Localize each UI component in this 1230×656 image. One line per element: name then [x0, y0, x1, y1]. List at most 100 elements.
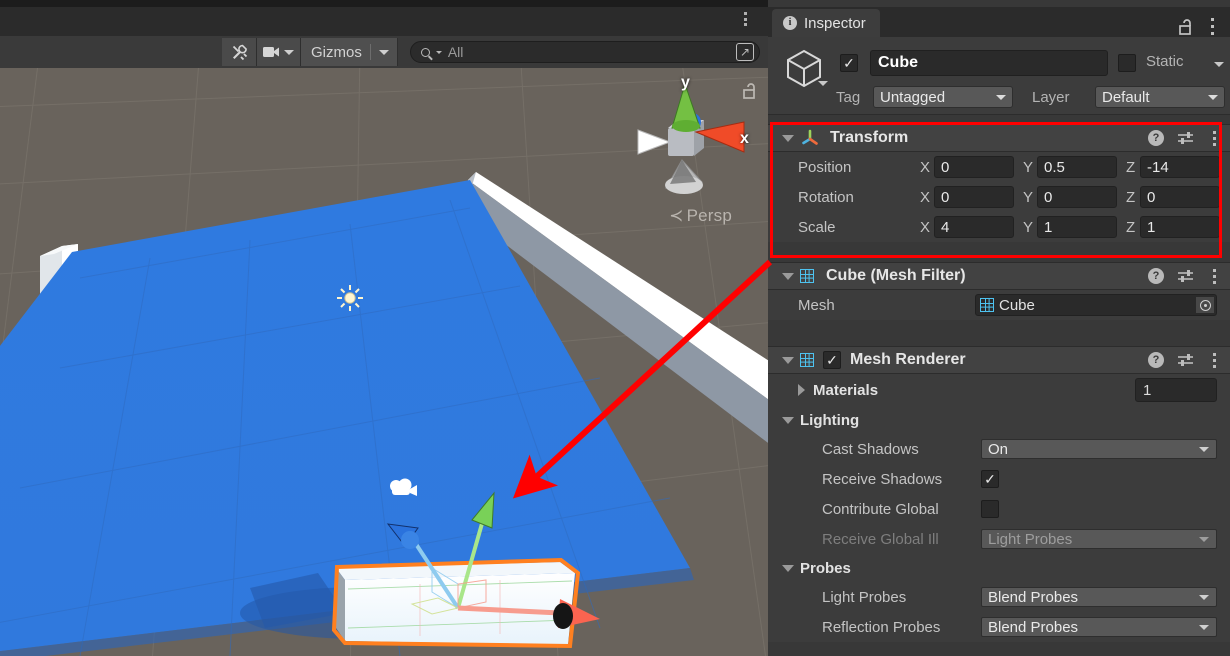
transform-position-row: Position X0 Y 0.5 Z -14 — [768, 152, 1230, 182]
rotation-y-field[interactable]: 0 — [1037, 186, 1117, 208]
probes-foldout-row[interactable]: Probes — [768, 554, 1230, 582]
foldout-triangle-icon[interactable] — [798, 384, 805, 396]
foldout-triangle-icon[interactable] — [782, 134, 794, 142]
preset-glyph — [1178, 132, 1193, 144]
cast-shadows-label: Cast Shadows — [822, 440, 919, 458]
scale-y-field[interactable]: 1 — [1037, 216, 1117, 238]
scene-menu-icon[interactable] — [738, 10, 752, 28]
tag-value: Untagged — [880, 88, 946, 106]
foldout-triangle-icon[interactable] — [782, 356, 794, 364]
gizmos-toggle-button[interactable]: Gizmos — [301, 38, 398, 66]
component-menu-icon[interactable] — [1208, 268, 1220, 284]
position-x-field[interactable]: 0 — [934, 156, 1014, 178]
reflection-probes-dropdown[interactable]: Blend Probes — [981, 617, 1217, 637]
lock-open-icon[interactable] — [1178, 18, 1194, 36]
window-top-edge — [0, 0, 768, 7]
expand-overlay-icon[interactable]: ↗ — [736, 43, 754, 61]
lighting-foldout-row[interactable]: Lighting — [768, 406, 1230, 434]
light-probes-dropdown[interactable]: Blend Probes — [981, 587, 1217, 607]
object-picker-icon[interactable] — [1196, 297, 1214, 313]
axis-x-label: X — [920, 188, 931, 206]
receive-global-illumination-label: Receive Global Ill — [822, 530, 939, 548]
component-menu-icon[interactable] — [1208, 130, 1220, 146]
contribute-global-checkbox[interactable] — [981, 500, 999, 518]
gameobject-active-checkbox[interactable]: ✓ — [840, 54, 858, 72]
inspector-tabbar: i Inspector — [768, 7, 1230, 37]
layer-value: Default — [1102, 88, 1150, 106]
layer-dropdown[interactable]: Default — [1095, 86, 1225, 108]
help-icon[interactable]: ? — [1148, 130, 1164, 146]
mesh-row: Mesh Cube — [768, 290, 1230, 320]
camera-icon — [263, 47, 279, 57]
tag-label: Tag — [836, 89, 861, 106]
chevron-down-icon[interactable] — [818, 81, 828, 86]
preset-settings-icon[interactable] — [1177, 131, 1195, 145]
probes-label: Probes — [800, 559, 851, 577]
projection-mode-label[interactable]: ≺ Persp — [669, 206, 732, 226]
transform-header[interactable]: Transform ? — [768, 124, 1230, 152]
cast-shadows-row: Cast Shadows On — [768, 434, 1230, 464]
chevron-down-icon[interactable] — [1214, 62, 1224, 67]
mesh-filter-title: Cube (Mesh Filter) — [826, 267, 966, 284]
static-checkbox[interactable] — [1118, 54, 1136, 72]
mesh-renderer-header-icons: ? — [1148, 352, 1220, 368]
scene-view-panel: Gizmos All ↗ y x ≺ Persp — [0, 0, 768, 656]
light-probes-row: Light Probes Blend Probes — [768, 582, 1230, 612]
mesh-icon — [979, 297, 994, 312]
receive-shadows-checkbox[interactable]: ✓ — [981, 470, 999, 488]
inspector-menu-icon[interactable] — [1206, 18, 1218, 35]
materials-count-field[interactable]: 1 — [1135, 378, 1217, 402]
chevron-down-icon — [1199, 595, 1209, 600]
gameobject-name-field[interactable]: Cube — [870, 50, 1108, 76]
inspector-panel: i Inspector ✓ Cube Static Tag Untagged L… — [768, 0, 1230, 656]
mesh-label: Mesh — [798, 296, 835, 314]
gizmo-search-input[interactable]: All ↗ — [409, 41, 760, 63]
receive-global-illumination-dropdown: Light Probes — [981, 529, 1217, 549]
preset-settings-icon[interactable] — [1177, 353, 1195, 367]
mesh-object-field[interactable]: Cube — [975, 294, 1217, 316]
search-icon — [420, 47, 430, 57]
help-icon[interactable]: ? — [1148, 352, 1164, 368]
component-menu-icon[interactable] — [1208, 352, 1220, 368]
static-label: Static — [1146, 53, 1184, 70]
projection-arrow-icon: ≺ — [669, 206, 684, 225]
preset-glyph — [1178, 354, 1193, 366]
scale-x-field[interactable]: 4 — [934, 216, 1014, 238]
mesh-renderer-header[interactable]: ✓ Mesh Renderer ? — [768, 346, 1230, 374]
scale-z-field[interactable]: 1 — [1140, 216, 1220, 238]
lock-open-icon[interactable] — [742, 82, 758, 100]
tag-dropdown[interactable]: Untagged — [873, 86, 1013, 108]
scene-camera-button[interactable] — [257, 38, 301, 66]
axis-y-label: Y — [1023, 188, 1034, 206]
wrench-screwdriver-glyph — [232, 44, 247, 60]
position-z-field[interactable]: -14 — [1140, 156, 1220, 178]
gameobject-header: ✓ Cube Static Tag Untagged Layer Default — [768, 37, 1230, 115]
scene-view-toolbar: Gizmos All ↗ — [0, 36, 768, 68]
foldout-triangle-icon[interactable] — [782, 564, 794, 572]
toolbar-left-spacer — [0, 36, 222, 68]
preset-settings-icon[interactable] — [1177, 269, 1195, 283]
contribute-global-illumination-row: Contribute Global — [768, 494, 1230, 524]
reflection-probes-row: Reflection Probes Blend Probes — [768, 612, 1230, 642]
mesh-filter-header[interactable]: Cube (Mesh Filter) ? — [768, 262, 1230, 290]
mesh-filter-body: Mesh Cube — [768, 290, 1230, 320]
tools-wrench-icon[interactable] — [222, 38, 257, 66]
component-mesh-filter: Cube (Mesh Filter) ? Mesh Cube — [768, 262, 1230, 320]
foldout-triangle-icon[interactable] — [782, 416, 794, 424]
axis-x-label: X — [920, 218, 931, 236]
scene-viewport[interactable]: y x ≺ Persp — [0, 68, 768, 656]
reflection-probes-label: Reflection Probes — [822, 618, 941, 636]
axis-y-label: Y — [1023, 158, 1034, 176]
position-y-field[interactable]: 0.5 — [1037, 156, 1117, 178]
help-icon[interactable]: ? — [1148, 268, 1164, 284]
materials-foldout-row[interactable]: Materials 1 — [768, 374, 1230, 406]
rotation-z-field[interactable]: 0 — [1140, 186, 1220, 208]
rotation-x-field[interactable]: 0 — [934, 186, 1014, 208]
padlock-open-glyph — [743, 83, 755, 99]
cast-shadows-dropdown[interactable]: On — [981, 439, 1217, 459]
mesh-renderer-enabled-checkbox[interactable]: ✓ — [823, 351, 841, 369]
tab-inspector[interactable]: i Inspector — [772, 9, 880, 37]
foldout-triangle-icon[interactable] — [782, 272, 794, 280]
light-probes-value: Blend Probes — [988, 588, 1079, 606]
scale-vector3: X4 Y1 Z1 — [920, 216, 1220, 238]
